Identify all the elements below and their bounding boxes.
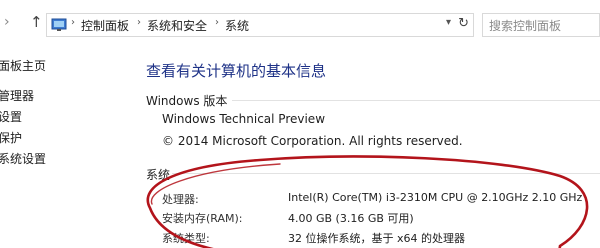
- ram-label: 安装内存(RAM):: [162, 212, 243, 225]
- processor-label: 处理器:: [162, 193, 199, 206]
- sidebar-item-system-protection[interactable]: 保护: [0, 129, 22, 146]
- section-divider: [172, 173, 600, 174]
- processor-value: Intel(R) Core(TM) i3-2310M CPU @ 2.10GHz…: [288, 191, 583, 204]
- breadcrumb-control-panel[interactable]: 控制面板: [81, 17, 129, 34]
- edition-heading: Windows 版本: [146, 94, 228, 108]
- page-title: 查看有关计算机的基本信息: [146, 62, 327, 80]
- breadcrumb-separator: ›: [215, 17, 219, 28]
- sidebar-item-device-manager[interactable]: 管理器: [0, 87, 34, 104]
- breadcrumb-system[interactable]: 系统: [225, 17, 249, 34]
- system-type-value: 32 位操作系统，基于 x64 的处理器: [288, 232, 465, 245]
- system-type-label: 系统类型:: [162, 232, 210, 245]
- ram-value: 4.00 GB (3.16 GB 可用): [288, 212, 414, 225]
- search-placeholder: 搜索控制面板: [489, 19, 562, 33]
- back-fragment-icon[interactable]: ›: [4, 12, 10, 32]
- copyright-text: © 2014 Microsoft Corporation. All rights…: [162, 134, 463, 148]
- control-panel-icon: [51, 18, 67, 31]
- search-box[interactable]: 搜索控制面板: [482, 13, 600, 37]
- breadcrumb-system-security[interactable]: 系统和安全: [147, 17, 207, 34]
- sidebar-item-remote-settings[interactable]: 设置: [0, 108, 22, 125]
- up-arrow-icon[interactable]: ↑: [30, 12, 43, 32]
- system-window: › ↑ › 控制面板 › 系统和安全 › 系统 ▾ ↻ 搜索控制面板 面板主页 …: [0, 0, 600, 248]
- edition-name: Windows Technical Preview: [162, 112, 326, 126]
- refresh-icon[interactable]: ↻: [458, 16, 469, 31]
- breadcrumb-separator: ›: [71, 17, 75, 28]
- navigation-bar: › ↑ › 控制面板 › 系统和安全 › 系统 ▾ ↻ 搜索控制面板: [0, 0, 600, 44]
- breadcrumb-separator: ›: [137, 17, 141, 28]
- system-heading: 系统: [146, 168, 171, 182]
- address-bar[interactable]: › 控制面板 › 系统和安全 › 系统 ▾ ↻: [46, 13, 474, 37]
- section-divider: [232, 100, 600, 101]
- chevron-down-icon[interactable]: ▾: [446, 17, 451, 28]
- left-navigation: 面板主页 管理器 设置 保护 系统设置: [0, 44, 120, 248]
- sidebar-item-home[interactable]: 面板主页: [0, 57, 46, 74]
- sidebar-item-advanced-settings[interactable]: 系统设置: [0, 150, 46, 167]
